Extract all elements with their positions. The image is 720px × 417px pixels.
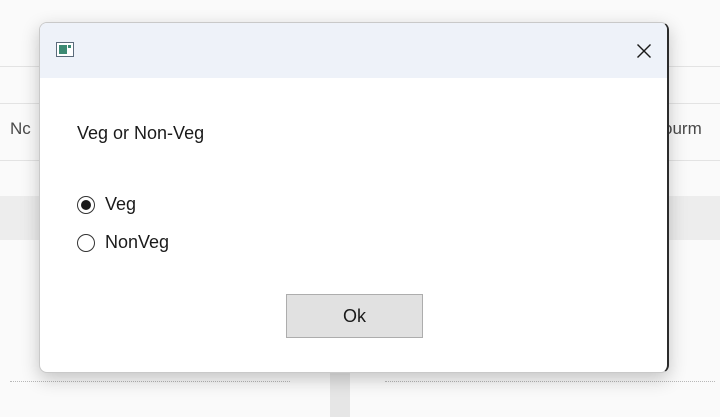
dialog-prompt: Veg or Non-Veg [77,123,205,143]
close-button[interactable] [621,23,667,78]
app-window-icon [56,42,74,57]
radio-selected-dot [81,199,91,210]
radio-veg-label[interactable]: Veg [105,194,136,215]
background-partial-text-left: Nc [10,119,31,138]
background-dotted-line [10,381,290,382]
radio-veg[interactable]: Veg [77,194,136,215]
background-column-divider [330,372,350,417]
close-icon [637,43,651,58]
veg-choice-dialog: Veg or Non-Veg Veg NonVeg Ok [39,22,669,373]
ok-button[interactable]: Ok [286,294,423,338]
radio-nonveg[interactable]: NonVeg [77,232,169,253]
radio-veg-indicator[interactable] [77,195,95,214]
radio-nonveg-label[interactable]: NonVeg [105,232,169,253]
background-dotted-line [385,381,715,382]
dialog-titlebar [40,23,667,78]
radio-nonveg-indicator[interactable] [77,233,95,252]
